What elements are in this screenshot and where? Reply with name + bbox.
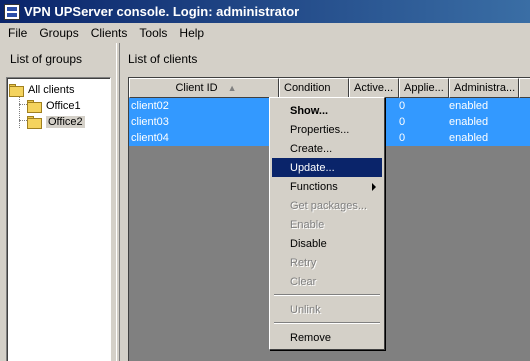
clients-pane-header: List of clients [128, 52, 198, 66]
menu-tools[interactable]: Tools [133, 26, 173, 40]
menu-item-update[interactable]: Update... [272, 158, 382, 177]
menu-groups[interactable]: Groups [33, 26, 84, 40]
menu-item-clear: Clear [290, 275, 317, 288]
column-client-id[interactable]: Client ID ▲ [129, 78, 279, 98]
menu-item-label: Functions [290, 180, 338, 193]
column-filler [519, 78, 530, 98]
menu-item-remove[interactable]: Remove [272, 328, 382, 347]
cell-client-id: client04 [131, 132, 169, 144]
cell-admin-status: enabled [449, 100, 489, 112]
cell-applied: 0 [399, 100, 406, 112]
tree-connector [19, 120, 27, 121]
column-active[interactable]: Active... [349, 78, 399, 98]
window-title: VPN UPServer console. Login: administrat… [24, 4, 300, 19]
tree-connector [19, 96, 20, 128]
tree-node-label: Office1 [46, 100, 81, 112]
menu-item-get-packages: Get packages... [290, 199, 368, 212]
cell-client-id: client03 [131, 116, 169, 128]
menu-item-unlink: Unlink [290, 303, 321, 316]
sort-ascending-icon: ▲ [227, 83, 237, 93]
menu-bar: File Groups Clients Tools Help [0, 23, 530, 42]
menu-item-show[interactable]: Show... [272, 101, 382, 120]
cell-admin-status: enabled [449, 116, 489, 128]
tree-node-label: Office2 [46, 116, 85, 128]
menu-clients[interactable]: Clients [85, 26, 134, 40]
menu-file[interactable]: File [2, 26, 33, 40]
cell-admin-status: enabled [449, 132, 489, 144]
column-condition[interactable]: Condition [279, 78, 349, 98]
cell-applied: 0 [399, 132, 406, 144]
menu-item-enable: Enable [290, 218, 325, 231]
folder-icon [27, 99, 43, 113]
column-label: Condition [284, 82, 331, 94]
folder-icon [9, 83, 25, 97]
cell-client-id: client02 [131, 100, 169, 112]
menu-item-properties[interactable]: Properties... [272, 120, 382, 139]
menu-item-retry: Retry [290, 256, 317, 269]
cell-applied: 0 [399, 116, 406, 128]
groups-pane-header: List of groups [10, 52, 83, 66]
column-administrative[interactable]: Administra... [449, 78, 519, 98]
app-window: VPN UPServer console. Login: administrat… [0, 0, 530, 361]
groups-pane: List of groups All clients Office1 Offic… [0, 43, 116, 361]
grid-header: Client ID ▲ Condition Active... Applie..… [129, 78, 530, 98]
tree-node-office1[interactable]: Office1 [27, 98, 81, 114]
context-menu: Show... Properties... Create... Update..… [269, 97, 385, 350]
menu-separator [274, 294, 380, 296]
column-label: Applie... [404, 82, 444, 94]
tree-node-label: All clients [28, 84, 75, 96]
tree-node-all-clients[interactable]: All clients [9, 82, 74, 98]
column-applied[interactable]: Applie... [399, 78, 449, 98]
menu-help[interactable]: Help [173, 26, 210, 40]
column-label: Administra... [454, 82, 516, 94]
tree-node-office2[interactable]: Office2 [27, 114, 85, 130]
title-bar[interactable]: VPN UPServer console. Login: administrat… [0, 0, 530, 23]
folder-icon [27, 115, 43, 129]
column-label: Client ID [175, 82, 218, 94]
menu-item-functions[interactable]: Functions [272, 177, 382, 196]
tree-connector [19, 104, 27, 105]
column-label: Active... [354, 82, 394, 94]
app-icon [4, 3, 20, 20]
groups-tree[interactable]: All clients Office1 Office2 [6, 77, 111, 361]
menu-separator [274, 322, 380, 324]
menu-item-create[interactable]: Create... [272, 139, 382, 158]
submenu-arrow-icon [372, 182, 376, 191]
menu-item-disable[interactable]: Disable [272, 234, 382, 253]
